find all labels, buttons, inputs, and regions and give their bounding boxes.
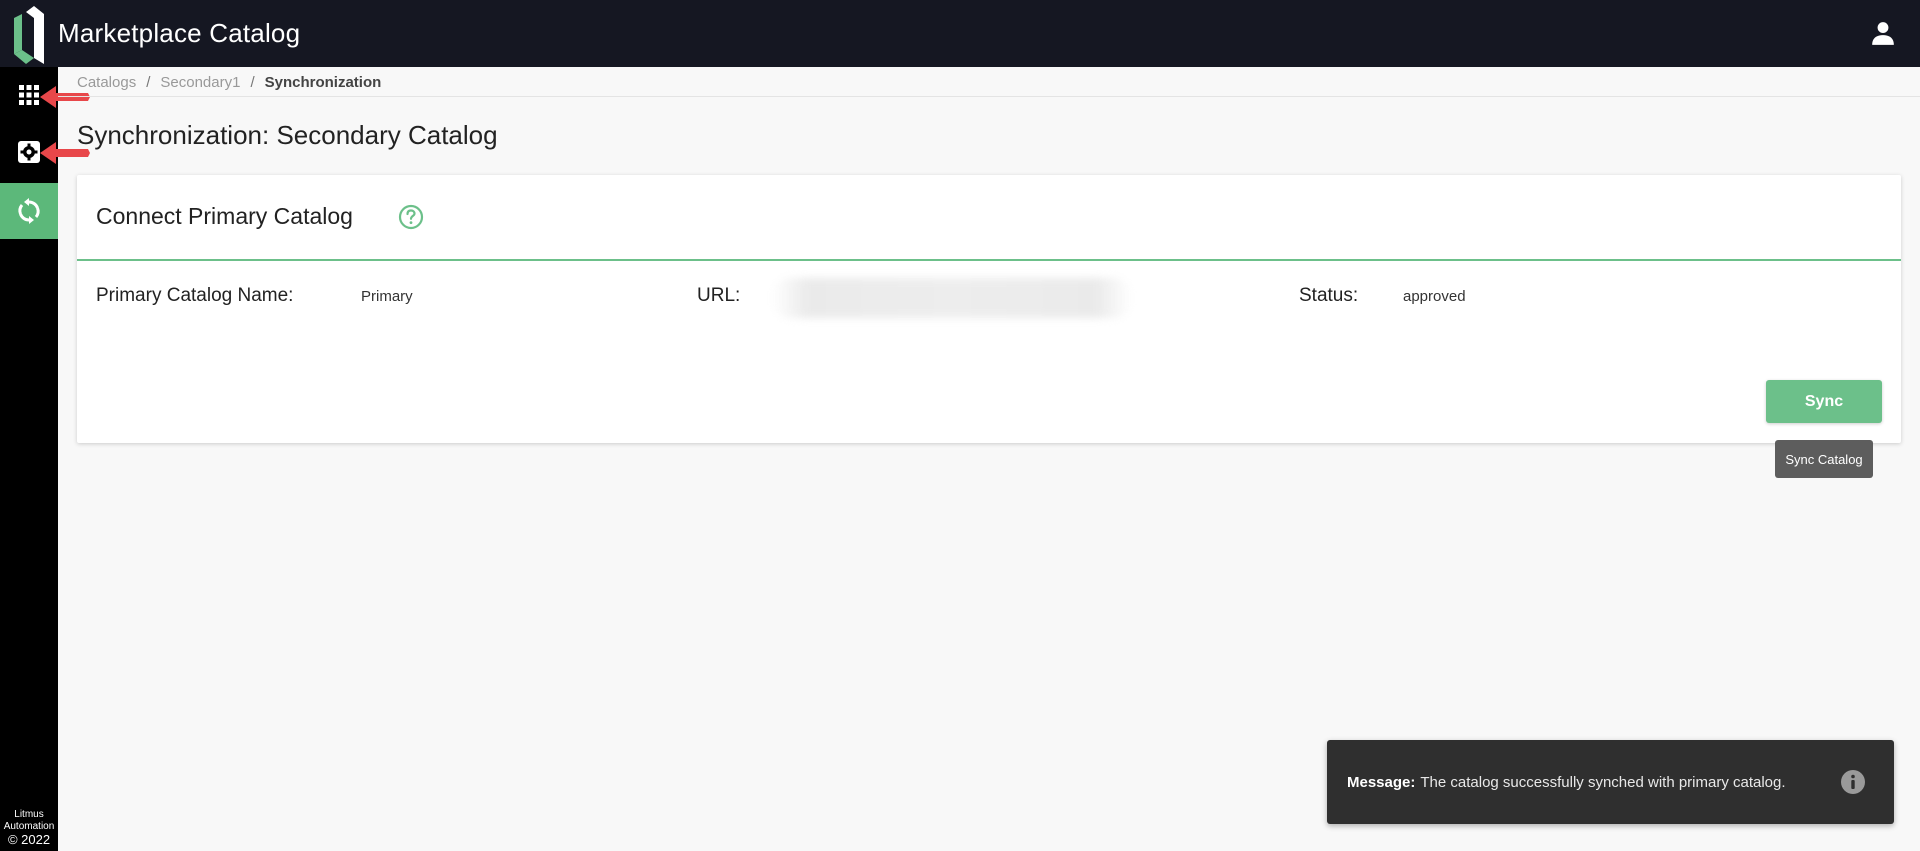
primary-catalog-name-value: Primary (361, 288, 413, 305)
url-label: URL: (697, 285, 741, 306)
user-icon[interactable] (1870, 20, 1896, 46)
breadcrumb-divider (58, 96, 1920, 97)
page-title: Synchronization: Secondary Catalog (77, 120, 498, 150)
breadcrumb-separator: / (250, 74, 255, 91)
toast-label: Message: (1347, 773, 1416, 791)
sidebar: Litmus Automation © 2022 (0, 67, 58, 851)
question-circle-icon[interactable] (398, 204, 424, 230)
copyright-footer: Litmus Automation © 2022 (3, 809, 55, 847)
sync-catalog-tooltip: Sync Catalog (1775, 440, 1873, 478)
breadcrumb-secondary1[interactable]: Secondary1 (160, 74, 240, 91)
gear-icon (18, 141, 40, 163)
success-toast: Message: The catalog successfully synche… (1327, 740, 1894, 824)
sync-button[interactable]: Sync (1766, 380, 1882, 423)
breadcrumb-current: Synchronization (264, 74, 382, 91)
toast-message: The catalog successfully synched with pr… (1420, 773, 1786, 791)
app-title: Marketplace Catalog (58, 18, 301, 48)
info-icon[interactable] (1840, 769, 1866, 795)
status-label: Status: (1299, 285, 1359, 306)
breadcrumb: Catalogs / Secondary1 / Synchronization (77, 74, 381, 91)
status-value: approved (1403, 288, 1466, 305)
card-header: Connect Primary Catalog (77, 175, 1901, 261)
grid-icon (19, 85, 39, 105)
connect-primary-catalog-card: Connect Primary Catalog Primary Catalog … (77, 175, 1901, 443)
breadcrumb-separator: / (146, 74, 151, 91)
primary-catalog-name-label: Primary Catalog Name: (96, 285, 294, 306)
breadcrumb-catalogs[interactable]: Catalogs (77, 74, 136, 91)
sidebar-item-synchronization[interactable] (0, 183, 58, 239)
litmus-logo-icon (14, 6, 44, 64)
sync-icon (18, 198, 40, 224)
card-title: Connect Primary Catalog (96, 203, 353, 229)
url-value-redacted (772, 278, 1132, 318)
top-bar: Marketplace Catalog (0, 0, 1920, 67)
